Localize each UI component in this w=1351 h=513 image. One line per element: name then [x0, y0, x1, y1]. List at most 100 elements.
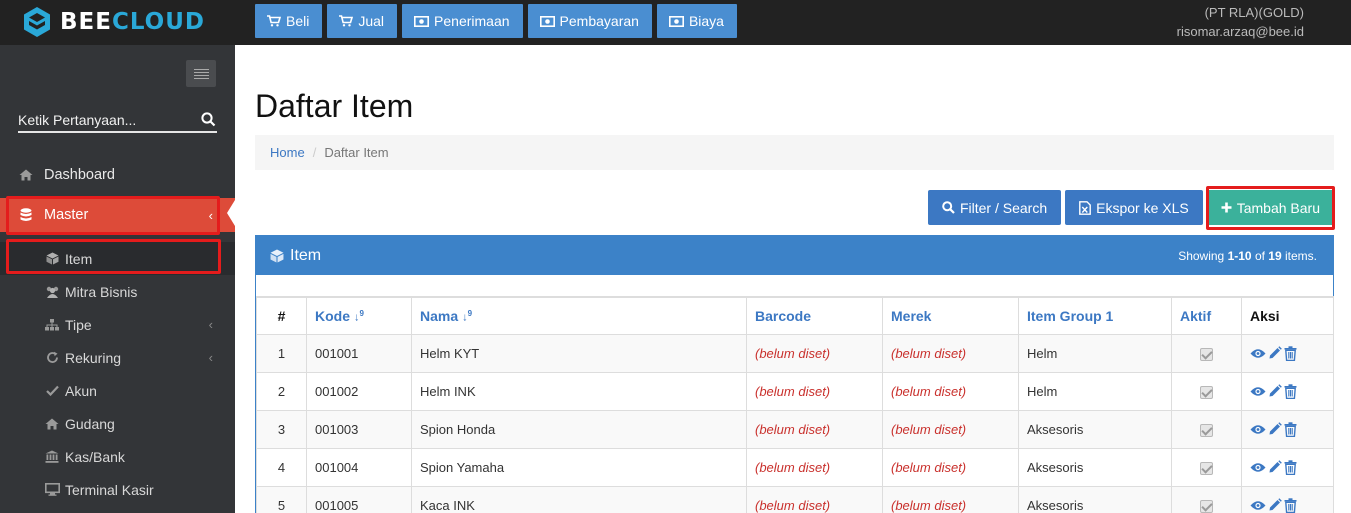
cell-item-group: Aksesoris	[1018, 409, 1172, 449]
brand-name: BEECLOUD	[60, 9, 206, 35]
hexagon-logo-icon	[24, 7, 50, 37]
delete-trash-icon[interactable]	[1284, 421, 1297, 437]
sidebar-item-gudang[interactable]: Gudang	[0, 407, 235, 440]
sidebar-toggle-button[interactable]	[186, 60, 216, 87]
sidebar-item-dashboard[interactable]: Dashboard	[0, 158, 235, 191]
database-icon	[18, 208, 34, 222]
sitemap-icon	[44, 318, 60, 331]
row-number: 2	[256, 371, 307, 411]
page-actions: Filter / Search Ekspor ke XLS Tambah Bar…	[927, 190, 1334, 225]
edit-pencil-icon[interactable]	[1268, 460, 1282, 474]
row-number: 4	[256, 447, 307, 487]
monitor-icon	[44, 483, 60, 496]
edit-pencil-icon[interactable]	[1268, 346, 1282, 360]
col-header-merek[interactable]: Merek	[882, 296, 1019, 335]
sidebar-item-tipe[interactable]: Tipe ‹	[0, 308, 235, 341]
sidebar: Dashboard Master ‹ Item Mitra Bisnis Tip…	[0, 45, 235, 513]
sidebar-item-rekuring[interactable]: Rekuring ‹	[0, 341, 235, 374]
money-icon	[539, 15, 555, 27]
beli-label: Beli	[286, 13, 310, 29]
col-header-barcode[interactable]: Barcode	[746, 296, 883, 335]
cell-aktif	[1171, 409, 1242, 449]
filter-search-button[interactable]: Filter / Search	[927, 190, 1062, 225]
penerimaan-label: Penerimaan	[434, 13, 510, 29]
sidebar-item-kas-bank[interactable]: Kas/Bank	[0, 440, 235, 473]
cell-kode: 001003	[306, 409, 412, 449]
sidebar-item-terminal-kasir[interactable]: Terminal Kasir	[0, 473, 235, 506]
sidebar-item-label: Master	[44, 207, 89, 223]
pembayaran-button[interactable]: Pembayaran	[527, 4, 652, 38]
table-row: 4 001004 Spion Yamaha (belum diset) (bel…	[256, 447, 1334, 487]
cell-barcode: (belum diset)	[746, 447, 883, 487]
breadcrumb: Home / Daftar Item	[255, 135, 1334, 170]
sidebar-item-akun[interactable]: Akun	[0, 374, 235, 407]
jual-button[interactable]: Jual	[327, 4, 398, 38]
cell-aksi	[1241, 447, 1334, 487]
cell-merek: (belum diset)	[882, 447, 1019, 487]
sidebar-item-label: Akun	[65, 382, 97, 399]
view-eye-icon[interactable]	[1250, 424, 1266, 435]
cell-nama: Helm KYT	[411, 333, 747, 373]
cell-aksi	[1241, 333, 1334, 373]
add-new-button[interactable]: Tambah Baru	[1206, 190, 1334, 225]
pagination-summary: Showing 1-10 of 19 items.	[1178, 248, 1317, 263]
home-icon	[18, 169, 34, 181]
plus-icon	[1221, 202, 1232, 213]
edit-pencil-icon[interactable]	[1268, 384, 1282, 398]
panel-header: Item Showing 1-10 of 19 items.	[256, 236, 1333, 275]
breadcrumb-home-link[interactable]: Home	[270, 145, 305, 160]
check-icon	[44, 385, 60, 396]
biaya-button[interactable]: Biaya	[656, 4, 737, 38]
user-account-menu[interactable]: (PT RLA)(GOLD) risomar.arzaq@bee.id	[1177, 3, 1304, 41]
sort-numeric-icon: ↓9	[462, 309, 473, 324]
col-header-item-group[interactable]: Item Group 1	[1018, 296, 1172, 335]
cell-nama: Spion Yamaha	[411, 447, 747, 487]
panel-title: Item	[290, 246, 322, 264]
cell-item-group: Helm	[1018, 371, 1172, 411]
col-header-aksi: Aksi	[1241, 296, 1334, 335]
delete-trash-icon[interactable]	[1284, 497, 1297, 513]
view-eye-icon[interactable]	[1250, 500, 1266, 511]
penerimaan-button[interactable]: Penerimaan	[402, 4, 523, 38]
delete-trash-icon[interactable]	[1284, 459, 1297, 475]
excel-file-icon	[1079, 200, 1092, 215]
edit-pencil-icon[interactable]	[1268, 422, 1282, 436]
cell-merek: (belum diset)	[882, 409, 1019, 449]
col-header-aktif[interactable]: Aktif	[1171, 296, 1242, 335]
cell-nama: Kaca INK	[411, 485, 747, 513]
view-eye-icon[interactable]	[1250, 348, 1266, 359]
beecloud-logo[interactable]: BEECLOUD	[22, 5, 222, 39]
money-icon	[414, 15, 430, 27]
delete-trash-icon[interactable]	[1284, 383, 1297, 399]
edit-pencil-icon[interactable]	[1268, 498, 1282, 512]
cell-item-group: Aksesoris	[1018, 447, 1172, 487]
col-header-nama[interactable]: Nama ↓9	[411, 296, 747, 335]
row-number: 3	[256, 409, 307, 449]
company-name: (PT RLA)(GOLD)	[1204, 5, 1304, 20]
sidebar-item-master[interactable]: Master ‹	[0, 198, 235, 232]
col-header-kode[interactable]: Kode ↓9	[306, 296, 412, 335]
cell-aksi	[1241, 409, 1334, 449]
sidebar-item-item[interactable]: Item	[0, 242, 235, 275]
item-table: # Kode ↓9 Nama ↓9 Barcode Merek Item Group…	[256, 296, 1334, 513]
cell-item-group: Aksesoris	[1018, 485, 1172, 513]
export-xls-button[interactable]: Ekspor ke XLS	[1065, 190, 1203, 225]
breadcrumb-separator: /	[312, 145, 317, 160]
aktif-checkbox	[1200, 347, 1213, 361]
delete-trash-icon[interactable]	[1284, 345, 1297, 361]
money-icon	[668, 15, 684, 27]
table-row: 5 001005 Kaca INK (belum diset) (belum d…	[256, 485, 1334, 513]
cell-aktif	[1171, 485, 1242, 513]
beli-button[interactable]: Beli	[255, 4, 323, 38]
col-header-number: #	[256, 296, 307, 335]
search-icon[interactable]	[201, 112, 216, 130]
row-number: 1	[256, 333, 307, 373]
cell-nama: Spion Honda	[411, 409, 747, 449]
sidebar-item-mitra-bisnis[interactable]: Mitra Bisnis	[0, 275, 235, 308]
cell-kode: 001005	[306, 485, 412, 513]
view-eye-icon[interactable]	[1250, 462, 1266, 473]
view-eye-icon[interactable]	[1250, 386, 1266, 397]
item-grid-panel: Item Showing 1-10 of 19 items. # Kode ↓9 …	[255, 235, 1334, 513]
sidebar-search-input[interactable]	[18, 109, 188, 131]
cell-barcode: (belum diset)	[746, 333, 883, 373]
